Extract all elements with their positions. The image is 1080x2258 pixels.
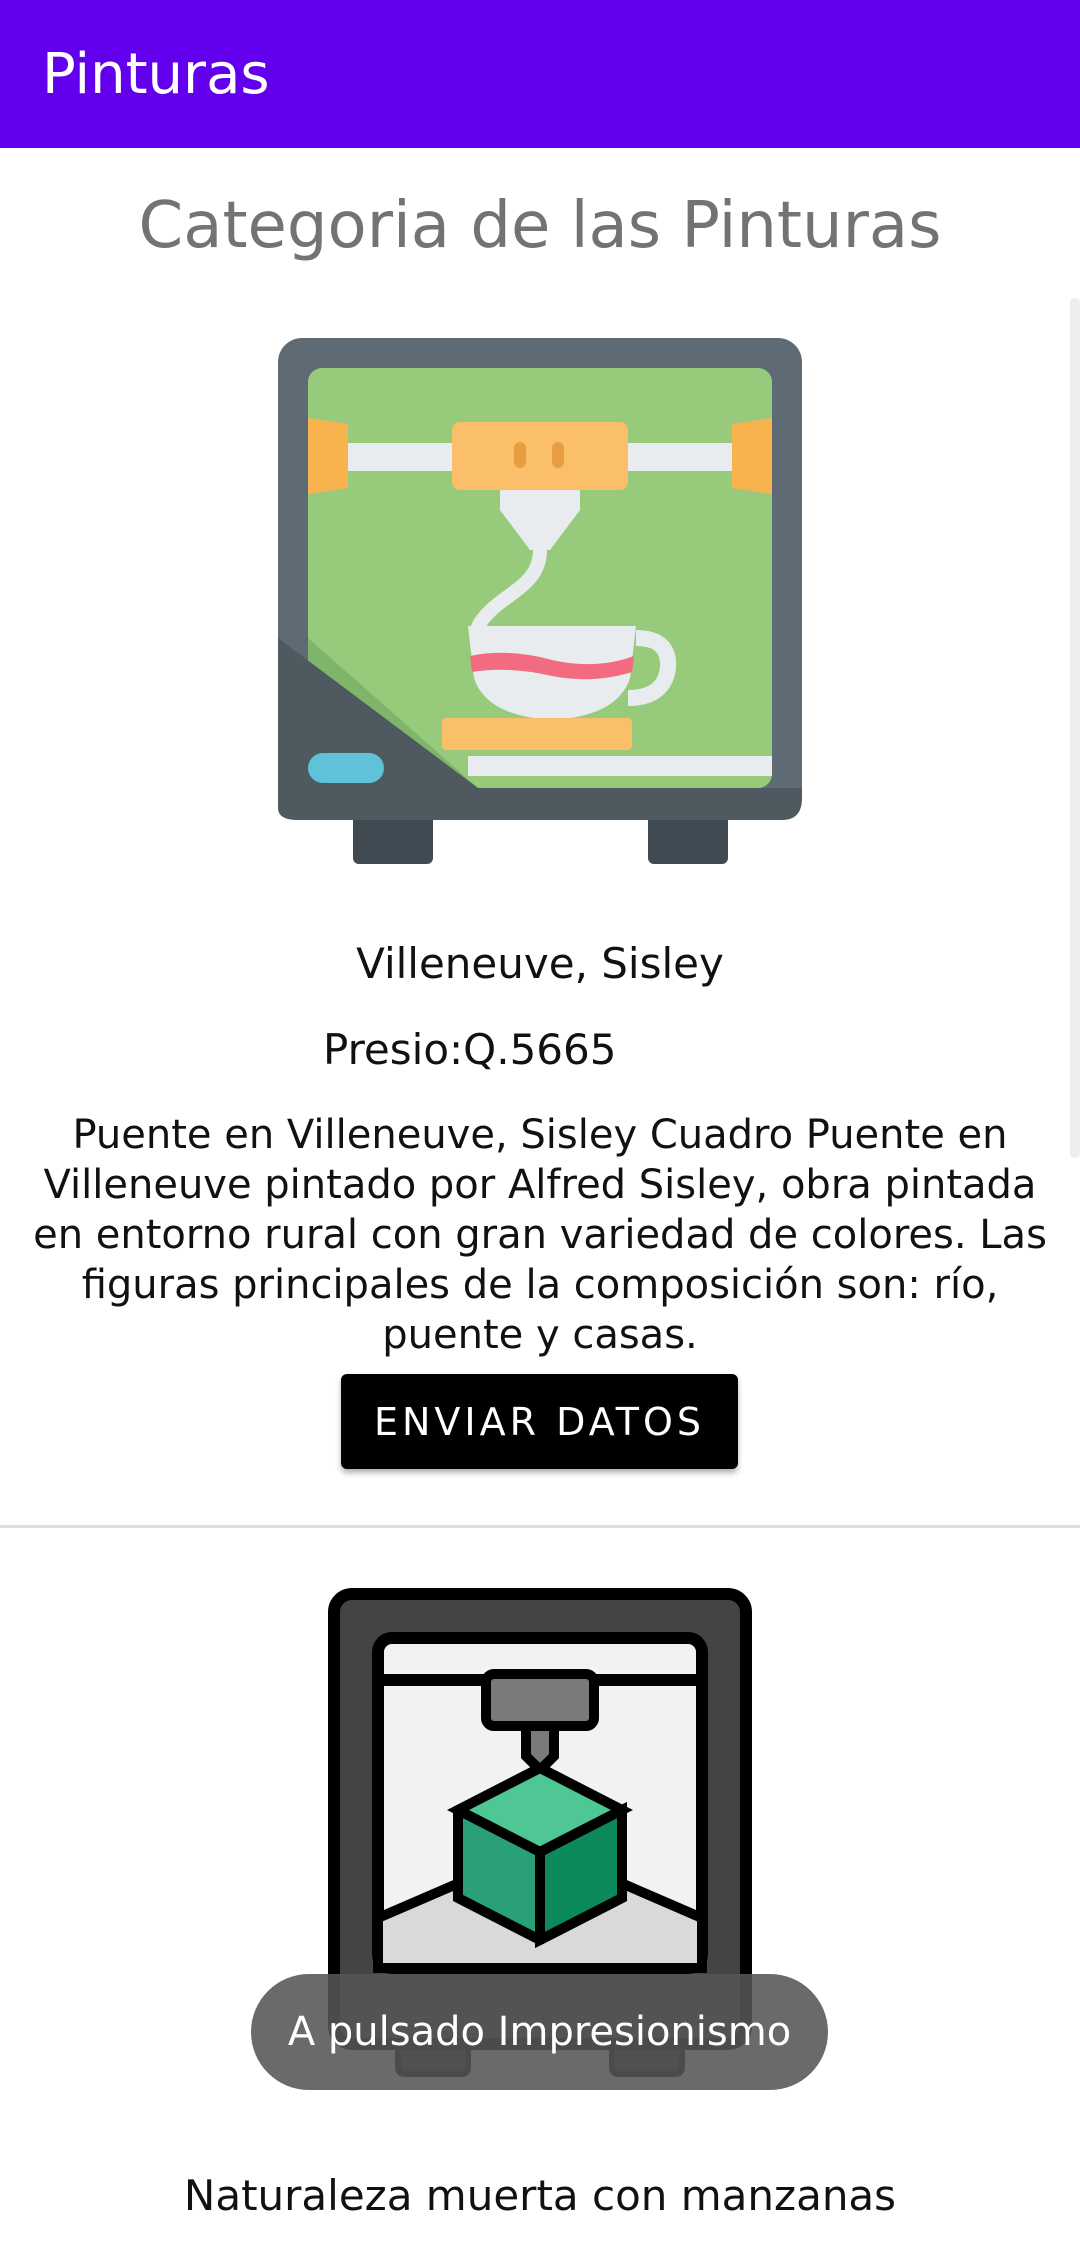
item-name: Naturaleza muerta con manzanas [183,2171,897,2220]
3d-printer-coffee-cup-icon[interactable] [278,338,802,864]
scrollbar[interactable] [1070,298,1080,1158]
toast-message: A pulsado Impresionismo [251,1974,828,2090]
divider [0,1525,1080,1528]
send-data-button[interactable]: ENVIAR DATOS [341,1374,738,1469]
item-description: Puente en Villeneuve, Sisley Cuadro Puen… [33,1112,1047,1358]
app-bar: Pinturas [0,0,1080,148]
page-title: Categoria de las Pinturas [138,189,942,263]
item-price: Presio:Q.5665 [323,1025,617,1074]
app-title: Pinturas [42,42,270,107]
item-name: Villeneuve, Sisley [356,939,724,988]
